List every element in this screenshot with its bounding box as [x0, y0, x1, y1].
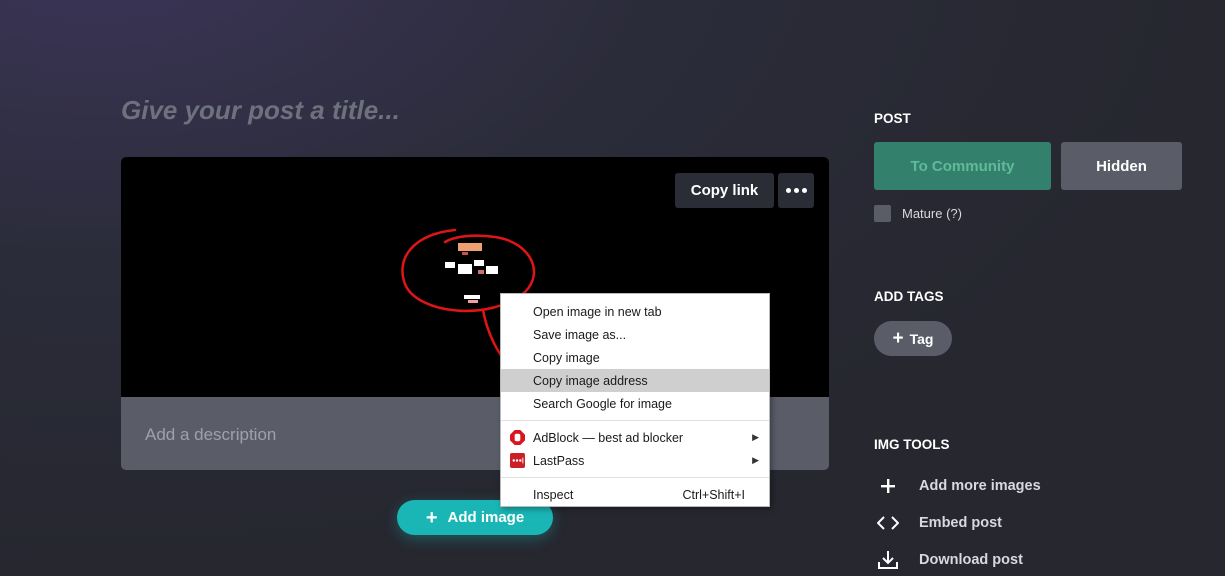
add-tag-button[interactable]: + Tag [874, 321, 952, 356]
menu-separator [501, 477, 769, 478]
menu-item-label: Copy image address [533, 373, 648, 388]
dot [801, 188, 807, 193]
menu-item-label: Search Google for image [533, 396, 672, 411]
tags-section-title: ADD TAGS [874, 289, 944, 304]
menu-item-label: Open image in new tab [533, 304, 662, 319]
mature-checkbox-row[interactable]: Mature (?) [874, 205, 962, 222]
menu-item-label: LastPass [533, 453, 585, 468]
shortcut-text: Ctrl+Shift+I [682, 487, 745, 502]
menu-item-inspect[interactable]: Inspect Ctrl+Shift+I [501, 483, 769, 506]
tool-label: Add more images [919, 478, 1041, 494]
menu-separator [501, 420, 769, 421]
menu-item-label: AdBlock — best ad blocker [533, 430, 684, 445]
post-title-input[interactable] [121, 90, 721, 130]
menu-item-label: Inspect [533, 487, 574, 502]
menu-item-label: Copy image [533, 350, 600, 365]
plus-icon: + [425, 506, 438, 529]
lastpass-icon [510, 453, 525, 468]
download-post-tool[interactable]: Download post [874, 549, 1023, 571]
menu-item-save-image[interactable]: Save image as... [501, 323, 769, 346]
copy-link-button[interactable]: Copy link [675, 173, 774, 208]
embed-post-tool[interactable]: Embed post [874, 512, 1002, 534]
menu-item-lastpass[interactable]: LastPass ▶ [501, 449, 769, 472]
hidden-button[interactable]: Hidden [1061, 142, 1182, 190]
submenu-arrow-icon: ▶ [752, 455, 759, 465]
code-icon [874, 512, 902, 534]
dot [793, 188, 799, 193]
tools-section-title: IMG TOOLS [874, 437, 950, 452]
add-image-label: Add image [447, 509, 525, 526]
menu-item-search-google[interactable]: Search Google for image [501, 392, 769, 415]
adblock-icon [510, 430, 525, 445]
mature-label: Mature (?) [902, 206, 962, 221]
tag-label: Tag [909, 330, 934, 347]
add-more-images-tool[interactable]: Add more images [874, 475, 1041, 497]
menu-item-copy-image-address[interactable]: Copy image address [501, 369, 769, 392]
menu-item-copy-image[interactable]: Copy image [501, 346, 769, 369]
context-menu: Open image in new tab Save image as... C… [500, 293, 770, 507]
dot [785, 188, 791, 193]
more-options-button[interactable] [778, 173, 814, 208]
mature-checkbox[interactable] [874, 205, 891, 222]
plus-icon: + [892, 328, 904, 349]
plus-icon [874, 475, 902, 497]
menu-item-label: Save image as... [533, 327, 627, 342]
tool-label: Embed post [919, 515, 1002, 531]
to-community-button[interactable]: To Community [874, 142, 1051, 190]
download-icon [874, 549, 902, 571]
menu-item-adblock[interactable]: AdBlock — best ad blocker ▶ [501, 426, 769, 449]
tool-label: Download post [919, 552, 1023, 568]
description-input[interactable]: Add a description [145, 425, 276, 445]
submenu-arrow-icon: ▶ [752, 432, 759, 442]
post-section-title: POST [874, 111, 911, 126]
menu-item-open-image[interactable]: Open image in new tab [501, 300, 769, 323]
